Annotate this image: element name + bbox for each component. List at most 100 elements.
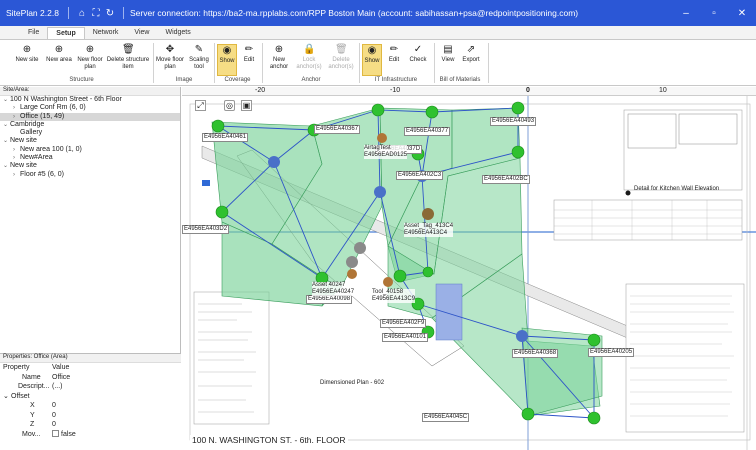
title-block-left	[193, 291, 270, 425]
tab-widgets[interactable]: Widgets	[157, 27, 198, 39]
anchor-label[interactable]: E4956EA40493	[490, 117, 537, 126]
minimize-button[interactable]: –	[672, 8, 700, 19]
lock-anchors-button[interactable]: 🔒 Lock anchor(s)	[294, 44, 324, 76]
delete-structure-item-button[interactable]: 🗑 Delete structure item	[106, 44, 150, 76]
anchor-label[interactable]: E4956EA402C3	[396, 171, 444, 180]
anchor-node	[587, 333, 601, 347]
value-column-header: Value	[52, 364, 70, 371]
chevron-down-icon[interactable]: ⌄	[3, 137, 10, 145]
ruler-tick-label: -20	[255, 87, 266, 94]
chevron-down-icon[interactable]: ⌄	[3, 96, 10, 104]
pencil-icon: ✏	[389, 44, 399, 55]
anchor-label[interactable]: E4956EA40368	[512, 349, 559, 358]
chevron-down-icon[interactable]: ⌄	[3, 162, 10, 170]
anchor-label[interactable]: E4956EA40377	[404, 127, 451, 136]
chevron-right-icon[interactable]: ›	[13, 146, 20, 154]
chevron-down-icon[interactable]: ⌄	[3, 121, 10, 129]
ruler-tick-label: 0	[526, 87, 530, 94]
delete-anchors-button[interactable]: 🗑 Delete anchor(s)	[326, 44, 356, 76]
property-value: 0	[52, 421, 56, 428]
hub-node	[516, 330, 528, 342]
bom-view-button[interactable]: ▤ View	[438, 44, 458, 76]
floor-plan-canvas[interactable]: -20 -10 0 10 E4956EA40461 E4956EA40367 E…	[182, 87, 756, 450]
chevron-right-icon[interactable]: ›	[13, 171, 20, 179]
property-key: Name	[22, 373, 41, 381]
select-tool-button[interactable]: ◎	[224, 100, 235, 111]
tree-item[interactable]: ⌄ New site	[0, 162, 180, 170]
coverage-edit-button[interactable]: ✏ Edit	[240, 44, 258, 76]
eye-icon: ◉	[367, 45, 377, 56]
tree-item[interactable]: Gallery	[0, 129, 180, 137]
refresh-icon[interactable]: ↻	[103, 8, 117, 19]
asset-label[interactable]: Tool_40158 E4956EA413C9	[372, 289, 416, 303]
plan-label: Dimensioned Plan - 602	[320, 380, 385, 386]
tree-item[interactable]: › Large Conf Rm (6, 0)	[0, 104, 180, 112]
tab-network[interactable]: Network	[85, 27, 127, 39]
asset-tag	[383, 277, 393, 287]
sitemap-icon[interactable]: ⛶	[89, 8, 103, 19]
asset-id: E4956EA413C4	[404, 230, 448, 236]
new-site-button[interactable]: ⊕ New site	[13, 44, 41, 76]
tab-file[interactable]: File	[20, 27, 47, 39]
tree-item[interactable]: ⌄ Cambridge	[0, 121, 180, 129]
tree-item[interactable]: ⌄ 100 N Washington Street - 6th Floor	[0, 96, 180, 104]
property-value: false	[61, 430, 76, 438]
layer-tool-button[interactable]: ▣	[241, 100, 252, 111]
anchor-label[interactable]: E4956EA40098	[306, 295, 353, 304]
chevron-right-icon[interactable]: ›	[13, 154, 20, 162]
scaling-tool-button[interactable]: ✎ Scaling tool	[186, 44, 212, 76]
new-floor-plan-button[interactable]: ⊕ New floor plan	[75, 44, 105, 76]
asset-tag	[377, 133, 387, 143]
move-floor-plan-button[interactable]: ✥ Move floor plan	[156, 44, 184, 76]
tree-item[interactable]: › Floor #5 (6, 0)	[0, 171, 180, 179]
it-check-button[interactable]: ✓ Check	[406, 44, 430, 76]
property-row-y[interactable]: Y0	[0, 411, 181, 421]
property-row-name[interactable]: Name Office	[0, 373, 181, 383]
tab-view[interactable]: View	[126, 27, 157, 39]
asset-label[interactable]: AirtagTest E4956EAD0125	[364, 145, 408, 159]
chevron-down-icon[interactable]: ⌄	[3, 392, 9, 402]
anchor-label[interactable]: E4956EA40461	[202, 133, 249, 142]
anchor-label[interactable]: E4956EA40205	[588, 348, 635, 357]
group-label-it-infrastructure: IT Infrastructure	[374, 77, 418, 83]
movable-checkbox[interactable]	[52, 430, 59, 438]
plus-circle-icon: ⊕	[54, 44, 64, 55]
anchor-node	[215, 205, 229, 219]
tree-item[interactable]: ⌄ New site	[0, 137, 180, 145]
property-row-movable[interactable]: Mov... false	[0, 430, 181, 440]
property-row-z[interactable]: Z0	[0, 420, 181, 430]
anchor-label[interactable]: E4956EA403D2	[182, 225, 230, 234]
asset-label[interactable]: Asset_Tag_413C4 E4956EA413C4	[404, 223, 454, 237]
property-row-offset[interactable]: ⌄ Offset	[0, 392, 181, 402]
property-row-x[interactable]: X0	[0, 401, 181, 411]
tree-item[interactable]: › New#Area	[0, 154, 180, 162]
target-icon: ◎	[226, 101, 233, 110]
title-separator	[123, 7, 124, 19]
tree-item[interactable]: › Office (15, 49)	[0, 112, 180, 121]
anchor-label[interactable]: E4956EA40367	[314, 125, 361, 134]
anchor-label[interactable]: E4956EA402F9	[380, 319, 427, 328]
home-icon[interactable]: ⌂	[75, 8, 89, 19]
properties-header: Properties: Office (Area)	[0, 354, 181, 363]
tree-item[interactable]: › New area 100 (1, 0)	[0, 146, 180, 154]
anchor-label[interactable]: E4956EA4045C	[422, 413, 470, 422]
bom-export-button[interactable]: ⇗ Export	[460, 44, 482, 76]
chevron-right-icon[interactable]: ›	[13, 104, 20, 112]
it-show-button[interactable]: ◉ Show	[362, 44, 382, 76]
new-anchor-button[interactable]: ⊕ New anchor	[266, 44, 292, 76]
trash-icon: 🗑	[335, 44, 348, 55]
anchor-label[interactable]: E4956EA40101	[382, 333, 429, 342]
tab-setup[interactable]: Setup	[47, 27, 85, 39]
it-edit-button[interactable]: ✏ Edit	[385, 44, 403, 76]
property-row-description[interactable]: Descript... (...)	[0, 382, 181, 392]
restore-button[interactable]: ▫	[700, 8, 728, 19]
close-button[interactable]: ✕	[728, 8, 756, 19]
property-key: X	[30, 402, 35, 409]
anchor-label[interactable]: E4956EA402BC	[482, 175, 530, 184]
fit-view-button[interactable]: ⤢	[195, 100, 206, 111]
chevron-right-icon[interactable]: ›	[13, 113, 20, 121]
new-area-button[interactable]: ⊕ New area	[45, 44, 73, 76]
asset-label[interactable]: Asset 40247 E4956EA40247	[312, 282, 355, 296]
coverage-show-button[interactable]: ◉ Show	[217, 44, 237, 76]
site-area-header: Site/Area:	[0, 87, 180, 96]
